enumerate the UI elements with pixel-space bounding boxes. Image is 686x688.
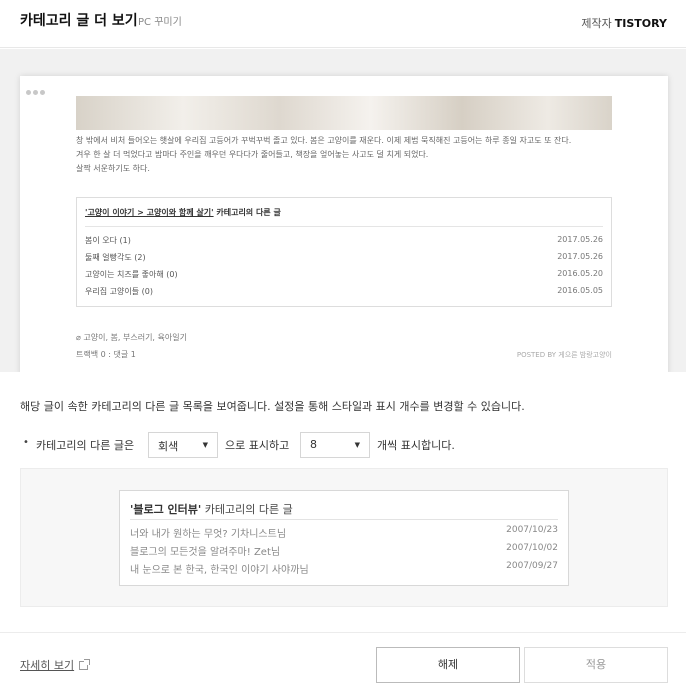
post-body: 창 밖에서 비처 들어오는 햇살에 우리집 고등어가 꾸벅꾸벅 졸고 있다. 봄… [76, 134, 636, 176]
apply-button[interactable]: 적용 [524, 647, 668, 683]
sample-item-date: 2007/10/02 [506, 543, 558, 553]
style-select-value: 회색 [158, 440, 179, 453]
related-item-title: 봄이 오다 [85, 236, 117, 245]
related-item-count: (0) [141, 287, 153, 296]
preview-area: 창 밖에서 비처 들어오는 햇살에 우리집 고등어가 꾸벅꾸벅 졸고 있다. 봄… [0, 49, 686, 372]
post-line: 살짝 서운하기도 하다. [76, 164, 150, 173]
related-item-count: (1) [119, 236, 131, 245]
cancel-button[interactable]: 해제 [376, 647, 520, 683]
related-item-title: 우리집 고양이들 [85, 287, 140, 296]
related-item-date: 2017.05.26 [557, 235, 603, 244]
chevron-down-icon: ▼ [354, 441, 360, 449]
related-item-count: (0) [166, 270, 178, 279]
tag-icon: ⌀ [76, 333, 81, 342]
window-dots [26, 80, 47, 99]
tags-text: 고양이, 봄, 부스러기, 육아일기 [83, 333, 187, 342]
hero-image [76, 96, 612, 130]
related-item[interactable]: 봄이 오다 (1) 2017.05.26 [85, 235, 603, 249]
window-dot [33, 90, 38, 95]
chevron-down-icon: ▼ [202, 441, 208, 449]
sample-item: 내 눈으로 본 한국, 한국인 이야기 사야까님 2007/09/27 [130, 561, 558, 577]
external-link-icon [79, 659, 91, 670]
header: 카테고리 글 더 보기 PC 꾸미기 제작자 TISTORY [0, 0, 686, 48]
style-sample-box: '블로그 인터뷰' 카테고리의 다른 글 너와 내가 원하는 무엇? 기차니스트… [119, 490, 569, 586]
browser-mockup: 창 밖에서 비처 들어오는 햇살에 우리집 고등어가 꾸벅꾸벅 졸고 있다. 봄… [20, 76, 668, 372]
maker-label: 제작자 [581, 17, 612, 30]
more-info-link[interactable]: 자세히 보기 [20, 657, 91, 673]
sample-title-suffix: 카테고리의 다른 글 [201, 503, 293, 516]
related-item-date: 2017.05.26 [557, 252, 603, 261]
sample-item-title: 내 눈으로 본 한국, 한국인 이야기 사야까님 [130, 565, 309, 576]
sample-item: 너와 내가 원하는 무엇? 기차니스트님 2007/10/23 [130, 525, 558, 541]
feature-description: 해당 글이 속한 카테고리의 다른 글 목록을 보여줍니다. 설정을 통해 스타… [20, 400, 525, 413]
footer: 자세히 보기 해제 적용 [0, 632, 686, 688]
post-line: 겨우 한 살 더 먹었다고 밤마다 주인을 깨우던 우다다가 줄어들고, 책장을… [76, 150, 429, 159]
category-path-link[interactable]: '고양이 이야기 > 고양이와 함께 살기' [85, 208, 214, 217]
style-select[interactable]: 회색 ▼ [148, 432, 218, 458]
sample-title: '블로그 인터뷰' 카테고리의 다른 글 [130, 501, 293, 517]
posted-by: POSTED BY 게으른 밤랑고양이 [516, 351, 612, 359]
sample-item-title: 너와 내가 원하는 무엇? 기차니스트님 [130, 529, 287, 540]
page-subtitle: PC 꾸미기 [138, 17, 182, 28]
related-item[interactable]: 우리집 고양이들 (0) 2016.05.05 [85, 286, 603, 300]
sample-item-date: 2007/09/27 [506, 561, 558, 571]
trackback-info: 트랙백 0 : 댓글 1 [76, 350, 136, 359]
divider [85, 226, 603, 227]
related-item-title: 고양이는 치즈를 좋아해 [85, 270, 164, 279]
maker-name: TISTORY [614, 17, 667, 30]
count-select[interactable]: 8 ▼ [300, 432, 370, 458]
related-item[interactable]: 둘째 얼빵각도 (2) 2017.05.26 [85, 252, 603, 266]
sample-category-name: '블로그 인터뷰' [130, 503, 202, 516]
style-sample-area: '블로그 인터뷰' 카테고리의 다른 글 너와 내가 원하는 무엇? 기차니스트… [20, 468, 668, 607]
divider [130, 519, 558, 520]
sample-item-title: 블로그의 모든것을 알려주마! Zet님 [130, 547, 281, 558]
option-middle: 으로 표시하고 [225, 439, 290, 452]
more-info-label: 자세히 보기 [20, 659, 75, 672]
related-title: '고양이 이야기 > 고양이와 함께 살기' 카테고리의 다른 글 [85, 207, 281, 218]
post-tags: ⌀ 고양이, 봄, 부스러기, 육아일기 [76, 332, 187, 343]
window-dot [26, 90, 31, 95]
related-item-count: (2) [134, 253, 146, 262]
sample-item-date: 2007/10/23 [506, 525, 558, 535]
option-suffix: 개씩 표시합니다. [377, 439, 455, 452]
related-item-title: 둘째 얼빵각도 [85, 253, 132, 262]
window-dot [40, 90, 45, 95]
related-item-date: 2016.05.05 [557, 286, 603, 295]
related-item-date: 2016.05.20 [557, 269, 603, 278]
bullet: • [23, 437, 29, 448]
count-select-value: 8 [310, 438, 317, 451]
related-posts-box: '고양이 이야기 > 고양이와 함께 살기' 카테고리의 다른 글 봄이 오다 … [76, 197, 612, 307]
sample-item: 블로그의 모든것을 알려주마! Zet님 2007/10/02 [130, 543, 558, 559]
related-item[interactable]: 고양이는 치즈를 좋아해 (0) 2016.05.20 [85, 269, 603, 283]
related-title-suffix: 카테고리의 다른 글 [213, 208, 281, 217]
page-title: 카테고리 글 더 보기 [20, 13, 138, 29]
maker-info: 제작자 TISTORY [581, 15, 667, 31]
post-line: 창 밖에서 비처 들어오는 햇살에 우리집 고등어가 꾸벅꾸벅 졸고 있다. 봄… [76, 136, 572, 145]
option-prefix: 카테고리의 다른 글은 [36, 439, 135, 452]
